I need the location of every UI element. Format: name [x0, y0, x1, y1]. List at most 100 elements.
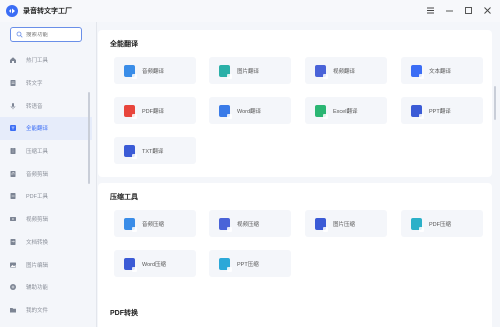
image-icon: [9, 261, 17, 269]
search-box[interactable]: [10, 27, 82, 42]
txt-translate-icon: [124, 144, 137, 159]
tool-card[interactable]: 视频压缩: [209, 210, 291, 237]
tool-card-label: PDF翻译: [142, 108, 165, 115]
pdf-translate-icon: [124, 104, 137, 119]
video-icon: [9, 215, 17, 223]
panel-compress: 压缩工具音频压缩 视频压缩 图片压缩 PDF压缩 Word压缩 PPT压缩: [98, 183, 492, 307]
sidebar-item[interactable]: 转语音: [0, 94, 92, 117]
tool-card-label: Word翻译: [237, 108, 262, 115]
tool-card-label: 音频压缩: [142, 221, 165, 228]
word-translate-icon: [219, 104, 232, 119]
panel-translate: 全能翻译音频翻译 图片翻译 视频翻译 文本翻译 PDF翻译 Word翻译 Excel翻译 PP…: [98, 30, 492, 177]
tool-card[interactable]: 图片压缩: [305, 210, 387, 237]
panel-pdf-convert: PDF转换: [98, 299, 492, 327]
main-content: 全能翻译音频翻译 图片翻译 视频翻译 文本翻译 PDF翻译 Word翻译 Excel翻译 PP…: [98, 30, 500, 327]
tool-card-label: 图片翻译: [237, 68, 260, 75]
sidebar-item[interactable]: 转文字: [0, 72, 92, 95]
sidebar-item-label: 转语音: [26, 103, 43, 110]
sidebar: 热门工具转文字转语音全能翻译压缩工具音频剪辑 PDF工具视频剪辑文档转换图片编辑辅…: [0, 22, 96, 327]
main-scrollbar[interactable]: [494, 86, 496, 120]
title-bar: 录音转文字工厂: [0, 0, 500, 22]
sidebar-item-label: 文档转换: [26, 239, 49, 246]
sidebar-item[interactable]: PDF工具: [0, 185, 92, 208]
image-compress-icon: [315, 217, 328, 232]
sidebar-item-label: 辅助功能: [26, 285, 49, 292]
sidebar-item[interactable]: 文档转换: [0, 231, 92, 254]
sidebar-item[interactable]: 全能翻译: [0, 117, 92, 140]
doc-icon: [9, 79, 17, 87]
audio-compress-icon: [124, 217, 137, 232]
tool-card-label: Word压缩: [142, 261, 167, 268]
tool-card[interactable]: PDF翻译: [114, 97, 196, 124]
tool-card-label: PDF压缩: [429, 221, 452, 228]
tool-card[interactable]: 图片翻译: [209, 57, 291, 84]
close-icon[interactable]: [481, 4, 494, 17]
tool-card[interactable]: Word压缩: [114, 250, 196, 277]
sidebar-item[interactable]: 热门工具: [0, 49, 92, 72]
sidebar-nav: 热门工具转文字转语音全能翻译压缩工具音频剪辑 PDF工具视频剪辑文档转换图片编辑辅…: [0, 49, 92, 321]
excel-translate-icon: [315, 104, 328, 119]
tool-card-label: Excel翻译: [333, 108, 358, 115]
sidebar-item[interactable]: 我的文件: [0, 299, 92, 322]
image-translate-icon: [219, 64, 232, 79]
app-window: 录音转文字工厂 热门工具转文字转语音全能翻译压缩工具音频剪辑PDF工具视频剪辑文…: [0, 0, 500, 327]
section-title: PDF转换: [110, 310, 138, 317]
tool-card[interactable]: Word翻译: [209, 97, 291, 124]
tool-card-label: 视频翻译: [333, 68, 356, 75]
pdf-icon: [9, 192, 17, 200]
ppt-compress-icon: [219, 257, 232, 272]
video-compress-icon: [219, 217, 232, 232]
audio-icon: [9, 170, 17, 178]
sidebar-scrollbar[interactable]: [88, 92, 90, 184]
sidebar-divider: [96, 22, 97, 327]
audio-translate-icon: [124, 64, 137, 79]
search-icon: [16, 31, 23, 38]
app-logo-icon: [6, 5, 18, 17]
tool-card-label: 音频翻译: [142, 68, 165, 75]
sidebar-item-label: 热门工具: [26, 58, 49, 65]
tool-card[interactable]: 音频翻译: [114, 57, 196, 84]
sidebar-item-label: 图片编辑: [26, 262, 49, 269]
sidebar-item-label: 视频剪辑: [26, 217, 49, 224]
sidebar-item[interactable]: 视频剪辑: [0, 208, 92, 231]
video-translate-icon: [315, 64, 328, 79]
minimize-icon[interactable]: [443, 4, 456, 17]
folder-icon: [9, 306, 17, 314]
sidebar-item[interactable]: 音频剪辑: [0, 162, 92, 185]
maximize-icon[interactable]: [462, 4, 475, 17]
tool-card[interactable]: 音频压缩: [114, 210, 196, 237]
app-title: 录音转文字工厂: [23, 8, 72, 15]
menu-icon[interactable]: [424, 4, 437, 17]
sidebar-item-label: PDF工具: [26, 194, 49, 201]
tool-card[interactable]: 视频翻译: [305, 57, 387, 84]
word-compress-icon: [124, 257, 137, 272]
sidebar-item-label: 转文字: [26, 81, 43, 88]
tool-card-label: TXT翻译: [142, 148, 164, 155]
pdf-compress-icon: [411, 217, 424, 232]
search-input[interactable]: [26, 31, 78, 38]
tool-card[interactable]: PPT翻译: [401, 97, 483, 124]
tool-card[interactable]: PPT压缩: [209, 250, 291, 277]
tool-card-label: PPT压缩: [237, 261, 259, 268]
sidebar-item-label: 压缩工具: [26, 149, 49, 156]
compress-icon: [9, 147, 17, 155]
section-title: 压缩工具: [110, 194, 138, 201]
sidebar-item-label: 我的文件: [26, 307, 49, 314]
convert-icon: [9, 238, 17, 246]
tool-card[interactable]: Excel翻译: [305, 97, 387, 124]
tool-card[interactable]: PDF压缩: [401, 210, 483, 237]
tool-card-label: 视频压缩: [237, 221, 260, 228]
sidebar-item[interactable]: 压缩工具: [0, 140, 92, 163]
translate-icon: [9, 124, 17, 132]
voice-icon: [9, 102, 17, 110]
section-title: 全能翻译: [110, 41, 138, 48]
tool-card-label: 文本翻译: [429, 68, 452, 75]
sidebar-item-label: 音频剪辑: [26, 171, 49, 178]
sidebar-item[interactable]: 辅助功能: [0, 276, 92, 299]
tool-card[interactable]: 文本翻译: [401, 57, 483, 84]
text-translate-icon: [411, 64, 424, 79]
sidebar-item[interactable]: 图片编辑: [0, 253, 92, 276]
tool-card[interactable]: TXT翻译: [114, 137, 196, 164]
helper-icon: [9, 283, 17, 291]
ppt-translate-icon: [411, 104, 424, 119]
